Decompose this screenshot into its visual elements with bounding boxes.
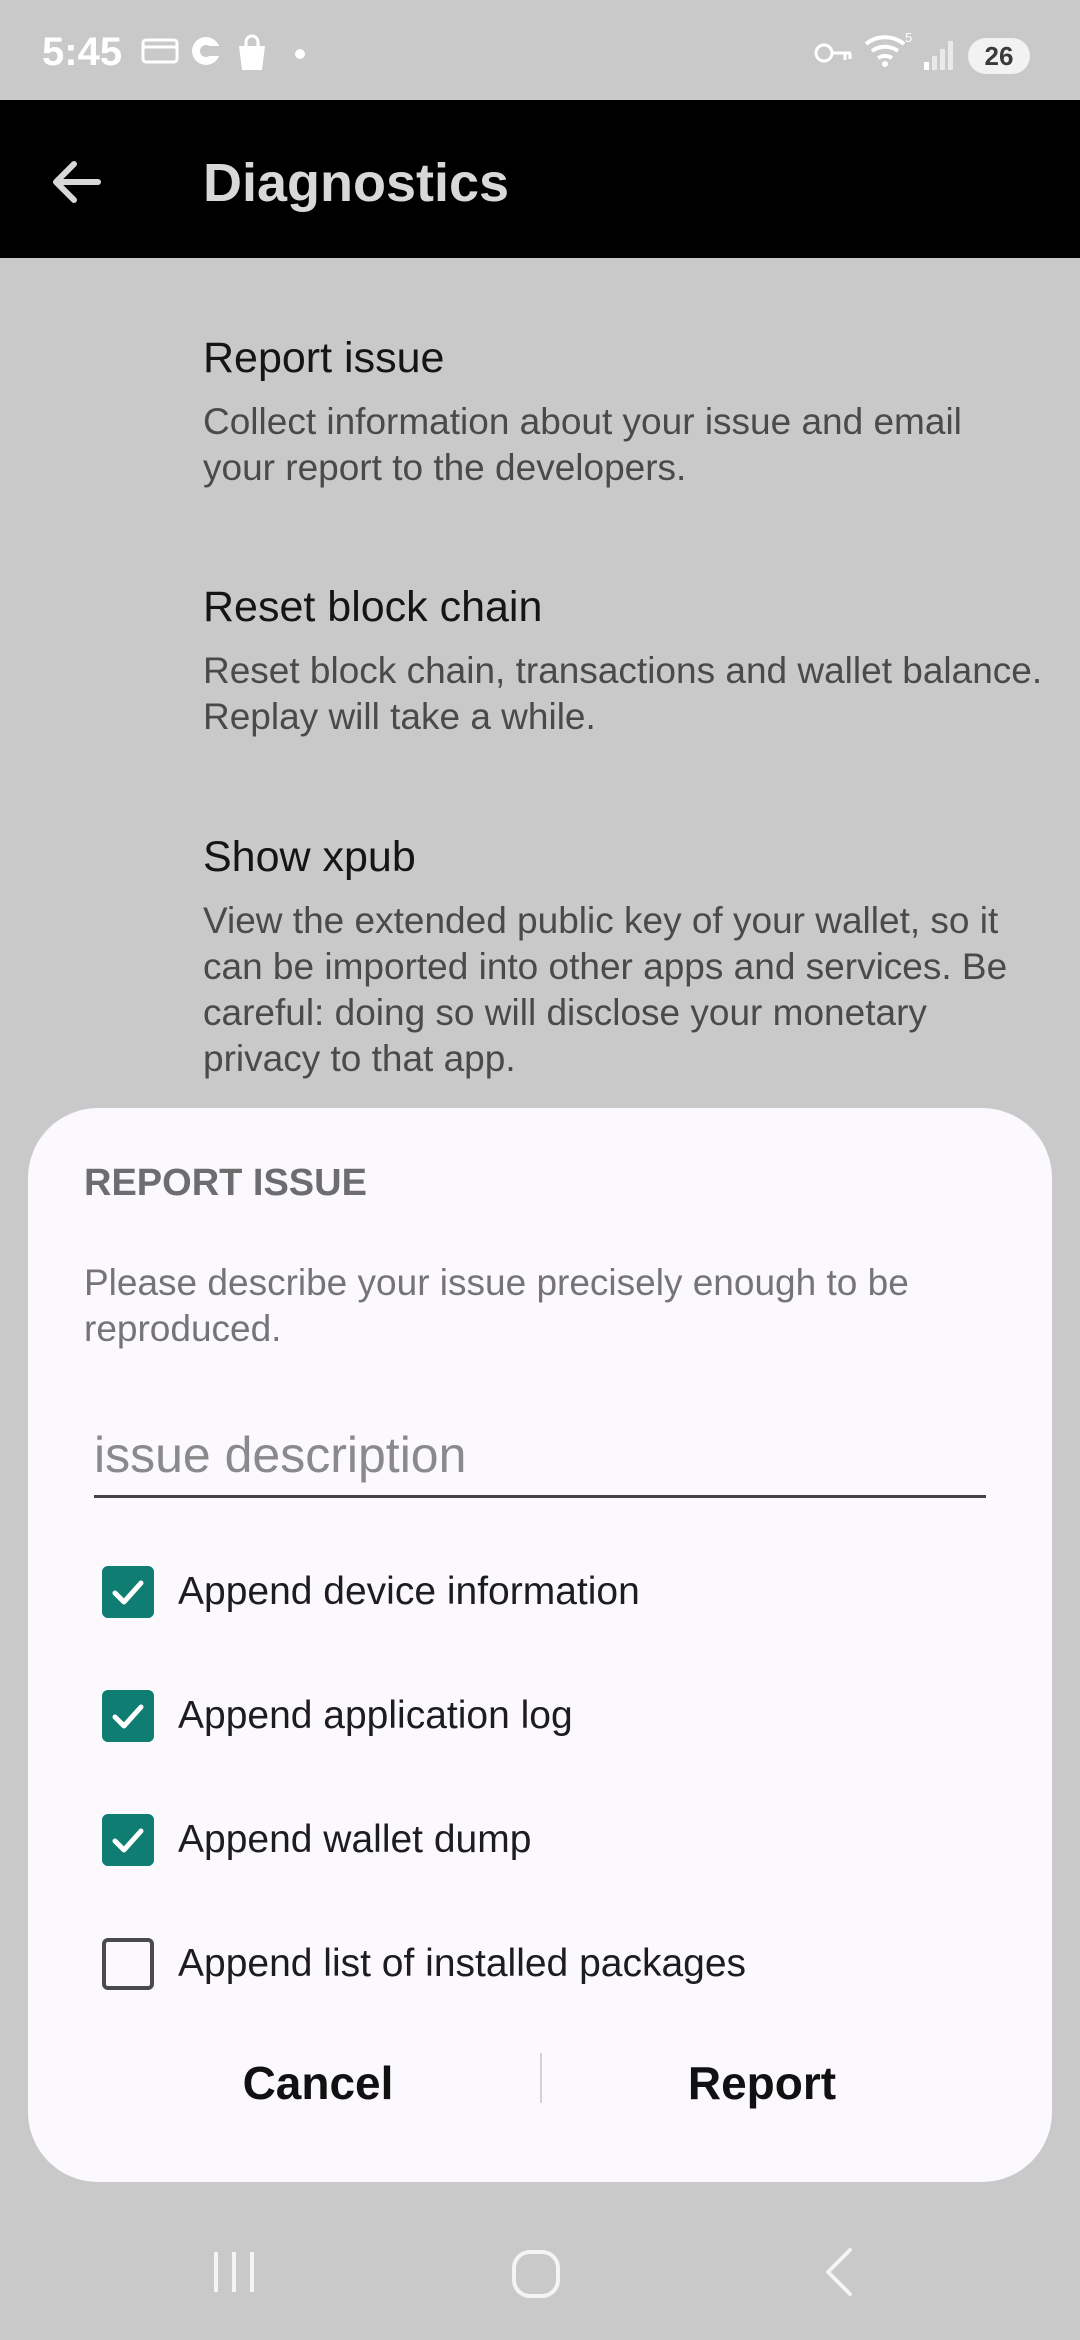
arrow-left-icon — [53, 161, 101, 203]
recent-apps-icon[interactable] — [206, 2244, 262, 2300]
report-issue-dialog: REPORT ISSUE Please describe your issue … — [28, 1108, 1052, 2182]
button-divider — [540, 2053, 542, 2103]
option-label: Append wallet dump — [178, 1818, 532, 1861]
check-icon — [112, 1704, 144, 1729]
checkbox-checked[interactable] — [102, 1814, 154, 1866]
svg-text:5: 5 — [905, 30, 912, 45]
option-application-log[interactable]: Append application log — [102, 1686, 573, 1746]
dialog-message: Please describe your issue precisely eno… — [84, 1262, 909, 1349]
key-icon — [814, 43, 852, 63]
checkbox-unchecked[interactable] — [102, 1938, 154, 1990]
check-icon — [112, 1828, 144, 1853]
shopping-bag-icon — [239, 34, 265, 70]
cancel-button[interactable]: Cancel — [168, 2043, 468, 2123]
navigation-bar — [0, 2200, 1080, 2340]
setting-title: Show xpub — [203, 833, 416, 881]
check-icon — [112, 1580, 144, 1605]
battery-indicator: 26 — [968, 38, 1030, 74]
back-nav-icon[interactable] — [816, 2244, 864, 2300]
status-time: 5:45 — [42, 30, 123, 74]
setting-summary: View the extended public key of your wal… — [203, 900, 1008, 1079]
setting-summary: Reset block chain, transactions and wall… — [203, 650, 1043, 737]
option-installed-packages[interactable]: Append list of installed packages — [102, 1934, 746, 1994]
dot-icon — [295, 49, 305, 59]
page-title: Diagnostics — [203, 153, 510, 213]
home-icon[interactable] — [506, 2244, 566, 2304]
dialog-title: REPORT ISSUE — [84, 1162, 367, 1204]
option-label: Append device information — [178, 1570, 640, 1613]
setting-summary: Collect information about your issue and… — [203, 401, 962, 488]
option-label: Append application log — [178, 1694, 573, 1737]
checkbox-checked[interactable] — [102, 1690, 154, 1742]
option-wallet-dump[interactable]: Append wallet dump — [102, 1810, 531, 1870]
wifi-icon: 5 — [864, 30, 912, 67]
option-label: Append list of installed packages — [178, 1942, 747, 1985]
card-icon — [141, 38, 179, 64]
setting-show-xpub[interactable]: Show xpub View the extended public key o… — [203, 833, 1043, 1082]
sync-icon — [192, 37, 220, 65]
setting-reset-block-chain[interactable]: Reset block chain Reset block chain, tra… — [203, 583, 1043, 740]
setting-title: Report issue — [203, 334, 445, 382]
option-device-information[interactable]: Append device information — [102, 1562, 640, 1622]
back-button[interactable] — [40, 144, 116, 220]
app-bar: Diagnostics — [0, 100, 1080, 258]
setting-report-issue[interactable]: Report issue Collect information about y… — [203, 334, 1043, 491]
status-bar: 5:45 5 26 — [0, 0, 1080, 100]
checkbox-checked[interactable] — [102, 1566, 154, 1618]
signal-icon — [924, 41, 953, 70]
setting-title: Reset block chain — [203, 583, 543, 631]
report-button[interactable]: Report — [612, 2043, 912, 2123]
issue-description-input[interactable] — [94, 1414, 986, 1498]
